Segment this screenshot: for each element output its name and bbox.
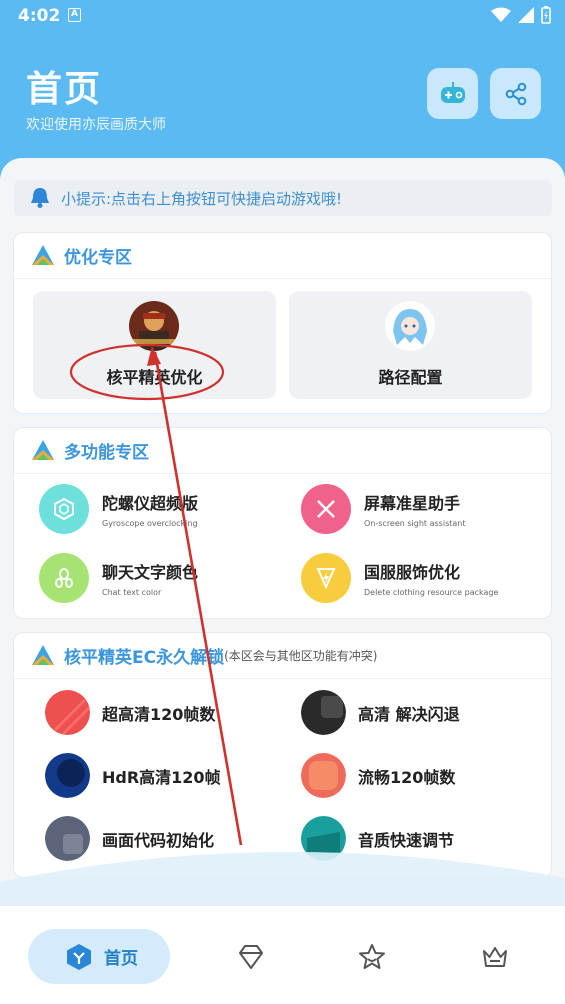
hexagon-icon [39,484,89,534]
feature-crosshair-sub: On-screen sight assistant [364,519,466,528]
multi-header: 多功能专区 [14,428,551,474]
unlock-header: 核平精英EC永久解锁 (本区会与其他区功能有冲突) [14,633,551,679]
diamond-icon [239,945,263,969]
tile-path-config[interactable]: 路径配置 [289,291,532,399]
bottom-wave [0,851,565,906]
multi-section: 多功能专区 陀螺仪超频版 Gyroscope overclocking 屏幕准星… [13,427,552,619]
tile-game-optimize[interactable]: 核平精英优化 [33,291,276,399]
launch-game-button[interactable] [427,68,478,119]
unlock-hdr-120-label: HdR高清120帧 [102,767,221,787]
signal-icon [518,7,534,23]
bell-icon [31,188,49,208]
tile-path-config-label: 路径配置 [378,368,443,387]
nav-diamond[interactable] [236,942,266,972]
gamepad-add-icon [440,81,465,103]
share-icon [505,82,526,105]
page-subtitle: 欢迎使用亦辰画质大师 [26,117,166,133]
feature-clothing-sub: Delete clothing resource package [364,588,499,597]
section-logo-icon [32,244,54,265]
multi-title: 多功能专区 [64,443,149,463]
status-icons [491,6,551,24]
status-time: 4:02 [18,6,61,26]
crown-icon [483,947,507,967]
tip-text: 小提示:点击右上角按钮可快捷启动游戏哦! [61,189,343,208]
notification-a-icon: A [68,8,81,22]
status-bar: 4:02 A [0,0,565,32]
anime-girl-avatar [385,301,435,351]
section-logo-icon [32,644,54,665]
feature-crosshair-name: 屏幕准星助手 [364,494,461,513]
tip-banner: 小提示:点击右上角按钮可快捷启动游戏哦! [14,180,552,216]
feature-clothing[interactable]: 国服服饰优化 Delete clothing resource package [301,553,498,603]
nav-home[interactable]: 首页 [28,929,170,984]
bottom-navigation: 首页 [0,905,565,1004]
share-button[interactable] [490,68,541,119]
hd-fix-icon [301,690,346,735]
unlock-hd-fix-crash[interactable]: 高清 解决闪退 [301,690,460,735]
hidden-tab-row [0,158,565,162]
optimize-header: 优化专区 [14,233,551,279]
nav-crown[interactable] [480,942,510,972]
feature-gyroscope[interactable]: 陀螺仪超频版 Gyroscope overclocking [39,484,198,534]
nav-home-label: 首页 [104,949,138,969]
optimize-title: 优化专区 [64,248,132,268]
tile-game-optimize-label: 核平精英优化 [106,368,203,387]
unlock-title: 核平精英EC永久解锁 [64,648,225,668]
page-title: 首页 [26,69,103,110]
unlock-ultra-hd-120-label: 超高清120帧数 [102,704,216,724]
home-cube-icon [67,943,91,970]
ultra-hd-icon [45,690,90,735]
seed-icon [39,553,89,603]
unlock-note: (本区会与其他区功能有冲突) [224,649,378,663]
feature-clothing-name: 国服服饰优化 [364,563,461,582]
feature-chat-color-name: 聊天文字颜色 [102,563,199,582]
unlock-hdr-120[interactable]: HdR高清120帧 [45,753,221,798]
unlock-smooth-120-label: 流畅120帧数 [358,767,456,787]
unlock-ultra-hd-120[interactable]: 超高清120帧数 [45,690,215,735]
feature-gyroscope-name: 陀螺仪超频版 [102,494,199,513]
star-icon [359,944,385,969]
nav-star[interactable] [357,942,387,972]
feature-crosshair[interactable]: 屏幕准星助手 On-screen sight assistant [301,484,465,534]
lightning-icon [301,553,351,603]
smooth-icon [301,753,346,798]
wifi-icon [491,7,511,22]
unlock-hd-fix-crash-label: 高清 解决闪退 [358,704,460,724]
main-content: 小提示:点击右上角按钮可快捷启动游戏哦! 优化专区 核平精英优化 路径配置 多功… [0,158,565,918]
hdr-icon [45,753,90,798]
section-logo-icon [32,439,54,460]
feature-chat-color[interactable]: 聊天文字颜色 Chat text color [39,553,198,603]
optimize-section: 优化专区 核平精英优化 路径配置 [13,232,552,414]
game-character-avatar [129,301,179,351]
feature-gyroscope-sub: Gyroscope overclocking [102,519,198,528]
unlock-smooth-120[interactable]: 流畅120帧数 [301,753,455,798]
cross-icon [301,484,351,534]
feature-chat-color-sub: Chat text color [102,588,162,597]
battery-icon [541,6,551,24]
